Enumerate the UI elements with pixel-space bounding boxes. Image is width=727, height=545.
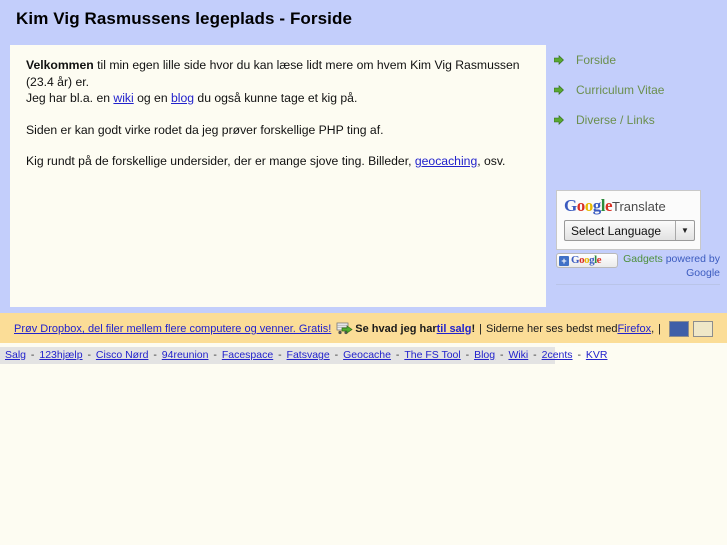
chevron-down-icon: ▼ <box>675 221 694 240</box>
wiki-blog-mid: og en <box>133 91 171 105</box>
bottom-link-separator: - <box>497 349 507 361</box>
language-select-value: Select Language <box>571 223 662 238</box>
translate-word: Translate <box>612 199 666 214</box>
page-title: Kim Vig Rasmussens legeplads - Forside <box>16 9 353 28</box>
green-arrow-icon <box>554 85 564 95</box>
main-content: Velkommen til min egen lille side hvor d… <box>10 45 546 307</box>
subpages-paragraph: Kig rundt på de forskellige undersider, … <box>26 153 530 170</box>
bottom-link-separator: - <box>28 349 38 361</box>
html-validator-badge-icon[interactable] <box>669 321 689 337</box>
footer-separator-2: | <box>658 323 661 335</box>
bottom-link-separator: - <box>210 349 220 361</box>
wiki-blog-pre: Jeg har bl.a. en <box>26 91 114 105</box>
wiki-link[interactable]: wiki <box>113 91 133 105</box>
bottom-link[interactable]: Geocache <box>343 349 391 361</box>
bottom-link[interactable]: Wiki <box>508 349 528 361</box>
google-translate-title: GoogleTranslate <box>564 197 693 215</box>
bottom-links-bar: Salg - 123hjælp - Cisco Nørd - 94reunion… <box>0 347 607 364</box>
bottom-link[interactable]: 2cents <box>542 349 573 361</box>
subpages-post: , osv. <box>477 154 506 168</box>
promo-footer-bar: Prøv Dropbox, del filer mellem flere com… <box>0 313 727 343</box>
sidebar-item-forside[interactable]: Forside <box>548 45 720 75</box>
footer-separator-1: | <box>479 323 482 335</box>
bottom-link-separator: - <box>462 349 473 361</box>
firefox-link[interactable]: Firefox <box>617 323 651 335</box>
green-arrow-icon <box>554 115 564 125</box>
bottom-link-separator: - <box>150 349 160 361</box>
geocaching-link[interactable]: geocaching <box>415 154 477 168</box>
bottom-link-separator: - <box>84 349 94 361</box>
plus-icon: + <box>559 255 569 266</box>
bottom-link-separator: - <box>530 349 540 361</box>
gadgets-word: Gadgets <box>623 253 663 265</box>
gadget-footer: + Google Gadgets powered by Google <box>556 252 720 285</box>
bottom-link[interactable]: Blog <box>474 349 495 361</box>
wiki-blog-post: du også kunne tage et kig på. <box>194 91 358 105</box>
wiki-blog-paragraph: Jeg har bl.a. en wiki og en blog du også… <box>26 90 530 107</box>
til-salg-link[interactable]: til salg <box>437 323 472 335</box>
language-select[interactable]: Select Language ▼ <box>564 220 695 241</box>
salg-post-text: ! <box>471 323 476 335</box>
subpages-pre: Kig rundt på de forskellige undersider, … <box>26 154 415 168</box>
firefox-pre-text: Siderne her ses bedst med <box>485 323 618 335</box>
bottom-link-separator: - <box>331 349 342 361</box>
sidebar-item-label[interactable]: Curriculum Vitae <box>576 83 664 97</box>
sidebar-item-diverse-links[interactable]: Diverse / Links <box>548 105 720 135</box>
bottom-link[interactable]: 123hjælp <box>39 349 82 361</box>
bottom-link-separator: - <box>574 349 584 361</box>
google-translate-gadget: GoogleTranslate Select Language ▼ <box>556 190 701 250</box>
bottom-link[interactable]: Cisco Nørd <box>96 349 149 361</box>
sidebar-item-label[interactable]: Diverse / Links <box>576 113 655 127</box>
sidebar-item-curriculum-vitae[interactable]: Curriculum Vitae <box>548 75 720 105</box>
firefox-post-text: , <box>651 323 655 335</box>
sidebar-item-label[interactable]: Forside <box>576 53 616 67</box>
gadget-divider <box>556 284 720 285</box>
bottom-link[interactable]: Fatsvage <box>287 349 330 361</box>
dropbox-link[interactable]: Prøv Dropbox, del filer mellem flere com… <box>14 323 331 335</box>
page-root: Kim Vig Rasmussens legeplads - Forside V… <box>0 0 727 545</box>
intro-text: til min egen lille side hvor du kan læse… <box>26 58 520 89</box>
google-logo: Google <box>564 196 613 215</box>
bottom-link[interactable]: Facespace <box>222 349 273 361</box>
powered-by-word: powered by <box>662 253 720 265</box>
sidebar-nav: Forside Curriculum Vitae Diverse / Links <box>548 45 720 135</box>
bottom-link[interactable]: Salg <box>5 349 26 361</box>
bottom-link-separator: - <box>392 349 403 361</box>
green-arrow-icon <box>554 55 564 65</box>
bottom-link[interactable]: KVR <box>586 349 608 361</box>
page-header: Kim Vig Rasmussens legeplads - Forside <box>0 0 727 37</box>
bottom-link-separator: - <box>275 349 285 361</box>
blog-link[interactable]: blog <box>171 91 194 105</box>
salg-pre-text: Se hvad jeg har <box>355 323 437 335</box>
css-validator-badge-icon[interactable] <box>693 321 713 337</box>
intro-paragraph: Velkommen til min egen lille side hvor d… <box>26 57 530 90</box>
welcome-bold: Velkommen <box>26 58 94 72</box>
bottom-link[interactable]: 94reunion <box>162 349 209 361</box>
google-gadget-badge[interactable]: + Google <box>556 253 618 268</box>
gadget-credit-text: Gadgets powered by Google <box>620 252 720 280</box>
php-paragraph: Siden er kan godt virke rodet da jeg prø… <box>26 122 384 137</box>
cart-arrow-icon <box>336 322 353 335</box>
google-word: Google <box>686 267 720 279</box>
google-logo: Google <box>571 254 602 266</box>
bottom-link[interactable]: The FS Tool <box>404 349 460 361</box>
promo-footer-inner: Prøv Dropbox, del filer mellem flere com… <box>0 313 727 337</box>
